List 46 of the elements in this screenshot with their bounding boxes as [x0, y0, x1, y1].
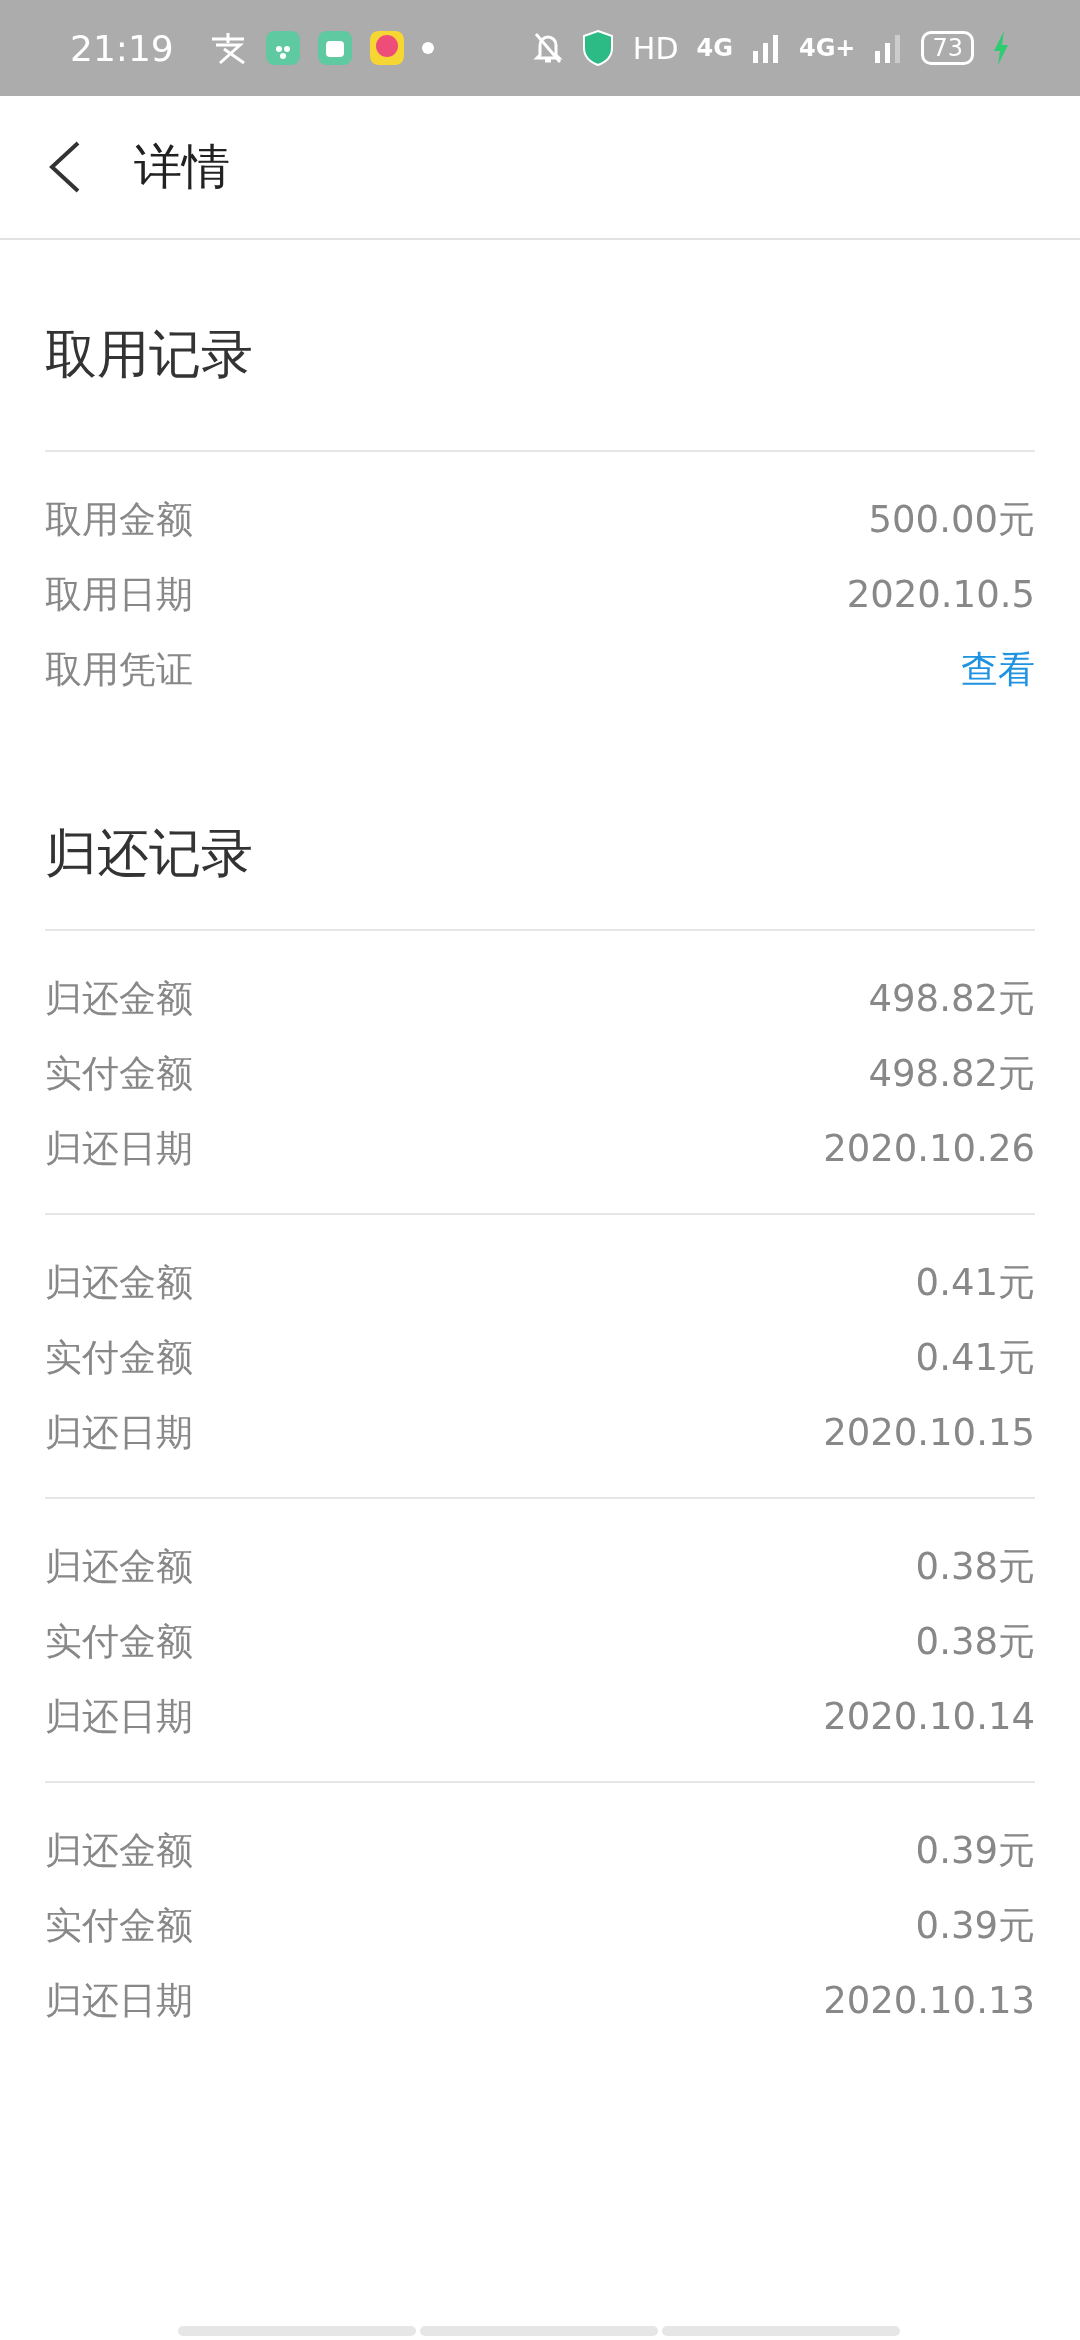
field-value: 2020.10.26 — [823, 1127, 1035, 1170]
field-label: 实付金额 — [45, 1902, 193, 1949]
field-label: 归还金额 — [45, 1543, 193, 1590]
network-label: 4G+ — [798, 34, 856, 62]
field-label: 归还日期 — [45, 1977, 193, 2024]
field-label: 取用日期 — [45, 571, 193, 618]
field-label: 取用凭证 — [45, 646, 193, 693]
field-value: 0.39元 — [915, 1827, 1035, 1874]
view-link[interactable]: 查看 — [961, 644, 1035, 695]
field-value: 2020.10.5 — [846, 573, 1035, 616]
section-title: 归还记录 — [45, 822, 254, 885]
field-value: 2020.10.14 — [823, 1695, 1035, 1738]
field-label: 归还金额 — [45, 1259, 193, 1306]
signal-icon — [750, 33, 781, 63]
network-label: 4G — [696, 34, 733, 62]
field-label: 归还日期 — [45, 1693, 193, 1740]
charging-icon — [992, 31, 1010, 65]
field-value: 2020.10.15 — [823, 1411, 1035, 1454]
field-label: 实付金额 — [45, 1618, 193, 1665]
field-value: 0.41元 — [915, 1334, 1035, 1381]
field-value: 0.41元 — [915, 1259, 1035, 1306]
status-time: 21:19 — [70, 27, 174, 69]
field-label: 实付金额 — [45, 1050, 193, 1097]
bell-muted-icon — [532, 31, 563, 65]
field-label: 归还金额 — [45, 1827, 193, 1874]
field-label: 归还日期 — [45, 1409, 193, 1456]
shield-icon — [580, 29, 615, 67]
field-value: 0.38元 — [915, 1618, 1035, 1665]
field-label: 归还日期 — [45, 1125, 193, 1172]
field-value: 0.38元 — [915, 1543, 1035, 1590]
battery-level: 73 — [921, 31, 974, 65]
field-label: 取用金额 — [45, 496, 193, 543]
field-value: 498.82元 — [868, 975, 1035, 1022]
field-value: 2020.10.13 — [823, 1979, 1035, 2022]
field-label: 实付金额 — [45, 1334, 193, 1381]
field-value: 0.39元 — [915, 1902, 1035, 1949]
app-icon — [265, 31, 300, 65]
app-icon — [317, 31, 352, 65]
hd-label: HD — [632, 30, 679, 66]
notification-dot — [421, 42, 434, 54]
app-icon — [369, 31, 404, 65]
section-title: 取用记录 — [45, 323, 254, 386]
field-label: 归还金额 — [45, 975, 193, 1022]
field-value: 498.82元 — [868, 1050, 1035, 1097]
field-value: 500.00元 — [868, 496, 1035, 543]
page-title: 详情 — [134, 137, 230, 196]
